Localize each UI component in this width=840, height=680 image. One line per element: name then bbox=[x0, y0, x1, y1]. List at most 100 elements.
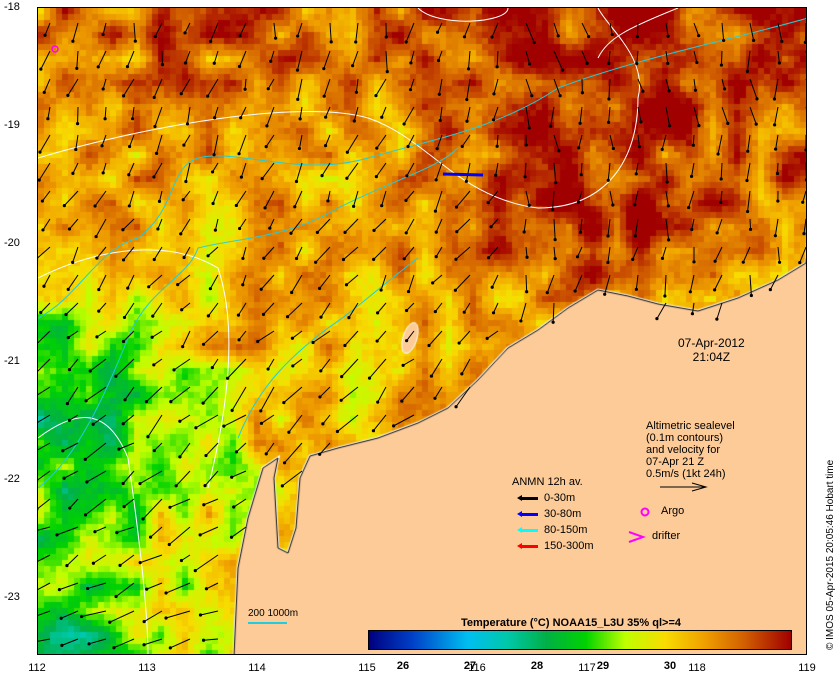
velocity-arrow-head bbox=[453, 288, 457, 292]
velocity-arrow-head bbox=[580, 91, 584, 95]
velocity-arrow bbox=[282, 470, 303, 487]
velocity-arrow-head bbox=[66, 93, 70, 98]
velocity-arrow-head bbox=[241, 283, 245, 287]
velocity-arrow bbox=[223, 414, 247, 427]
velocity-arrow bbox=[373, 246, 387, 260]
velocity-arrow-head bbox=[633, 203, 637, 207]
velocity-arrow bbox=[720, 162, 723, 180]
velocity-arrow-head bbox=[167, 542, 171, 547]
velocity-arrow bbox=[377, 302, 387, 314]
velocity-arrow-head bbox=[754, 122, 758, 126]
velocity-arrow bbox=[157, 218, 163, 230]
velocity-arrow bbox=[97, 50, 107, 68]
note-line: 0.5m/s (1kt 24h) bbox=[646, 468, 726, 480]
velocity-arrow-head bbox=[576, 200, 581, 204]
velocity-arrow-head bbox=[263, 206, 267, 210]
velocity-arrow-head bbox=[62, 204, 66, 208]
y-tick-label: -21 bbox=[4, 355, 20, 367]
velocity-arrow bbox=[579, 106, 583, 124]
velocity-arrow bbox=[61, 610, 79, 619]
velocity-arrow-head bbox=[206, 314, 211, 318]
velocity-arrow bbox=[266, 106, 275, 127]
velocity-arrow-head bbox=[557, 149, 561, 153]
y-tick-label: -23 bbox=[4, 591, 20, 603]
velocity-arrow bbox=[66, 386, 79, 404]
velocity-arrow-head bbox=[558, 94, 562, 98]
velocity-arrow bbox=[40, 302, 51, 313]
velocity-arrow-head bbox=[402, 257, 406, 261]
velocity-arrow-head bbox=[798, 260, 802, 265]
velocity-arrow-head bbox=[142, 619, 146, 624]
velocity-arrow bbox=[180, 78, 191, 94]
velocity-arrow-head bbox=[96, 65, 100, 69]
velocity-arrow-head bbox=[101, 87, 105, 91]
velocity-arrow-head bbox=[745, 69, 750, 73]
velocity-arrow-head bbox=[282, 400, 286, 405]
velocity-arrow-head bbox=[122, 315, 127, 320]
velocity-arrow-head bbox=[462, 35, 467, 39]
velocity-arrow-head bbox=[693, 88, 698, 92]
velocity-arrow bbox=[184, 22, 191, 34]
velocity-arrow-head bbox=[95, 335, 99, 339]
y-tick-label: -20 bbox=[4, 237, 20, 249]
velocity-arrow-head bbox=[490, 285, 494, 289]
velocity-arrow-head bbox=[204, 587, 209, 591]
velocity-arrow bbox=[405, 190, 415, 201]
velocity-arrow bbox=[298, 134, 303, 149]
note-line: (0.1m contours) bbox=[646, 432, 724, 444]
velocity-arrow bbox=[207, 78, 219, 97]
velocity-arrow bbox=[86, 470, 107, 483]
velocity-arrow bbox=[296, 50, 303, 71]
temperature-colorbar bbox=[368, 630, 792, 650]
x-tick-label: 114 bbox=[248, 662, 266, 674]
drifter-chevron-icon bbox=[628, 531, 646, 543]
velocity-arrow bbox=[69, 218, 79, 230]
velocity-arrow-head bbox=[431, 281, 435, 285]
velocity-arrow bbox=[63, 470, 79, 479]
velocity-arrow bbox=[525, 50, 531, 65]
velocity-arrow bbox=[608, 78, 611, 100]
velocity-arrow-head bbox=[748, 227, 753, 231]
velocity-arrow-head bbox=[282, 461, 287, 465]
velocity-arrow-head bbox=[298, 117, 302, 121]
velocity-arrow bbox=[43, 78, 51, 93]
velocity-arrow bbox=[98, 302, 107, 312]
velocity-arrow-head bbox=[133, 39, 137, 43]
velocity-arrow bbox=[553, 218, 556, 240]
velocity-arrow-head bbox=[67, 418, 72, 422]
velocity-arrow-head bbox=[264, 452, 268, 456]
velocity-arrow-head bbox=[201, 342, 206, 346]
velocity-arrow bbox=[665, 106, 671, 126]
velocity-arrow bbox=[609, 134, 614, 149]
velocity-arrow-head bbox=[401, 363, 405, 367]
velocity-arrow bbox=[637, 106, 642, 123]
velocity-arrow-head bbox=[157, 199, 162, 204]
velocity-arrow-head bbox=[87, 642, 91, 646]
velocity-arrow bbox=[607, 218, 611, 237]
velocity-arrow-head bbox=[269, 59, 273, 63]
velocity-arrow bbox=[434, 302, 443, 312]
velocity-arrow-head bbox=[91, 561, 96, 565]
velocity-arrow-head bbox=[152, 257, 156, 262]
velocity-arrow bbox=[401, 386, 415, 402]
velocity-arrow bbox=[84, 442, 107, 460]
velocity-arrow-head bbox=[121, 228, 125, 232]
velocity-arrow-head bbox=[148, 535, 153, 539]
velocity-arrow-head bbox=[660, 256, 665, 260]
velocity-arrow bbox=[292, 358, 303, 367]
velocity-arrow bbox=[169, 498, 191, 508]
velocity-arrow bbox=[525, 106, 530, 128]
velocity-arrow-head bbox=[168, 646, 172, 650]
arrow-icon bbox=[517, 510, 538, 517]
velocity-arrow-head bbox=[213, 228, 218, 232]
velocity-arrow-head bbox=[114, 594, 118, 599]
velocity-arrow-head bbox=[402, 122, 406, 126]
velocity-arrow-head bbox=[347, 315, 351, 320]
velocity-arrow bbox=[435, 246, 443, 257]
velocity-arrow-head bbox=[236, 313, 241, 317]
velocity-arrow bbox=[636, 50, 639, 64]
credit-text: © IMOS 05-Apr-2015 20:05:46 Hobart time bbox=[825, 459, 836, 650]
velocity-arrow-head bbox=[385, 69, 389, 74]
velocity-arrow-head bbox=[375, 146, 379, 150]
velocity-arrow bbox=[322, 414, 331, 425]
